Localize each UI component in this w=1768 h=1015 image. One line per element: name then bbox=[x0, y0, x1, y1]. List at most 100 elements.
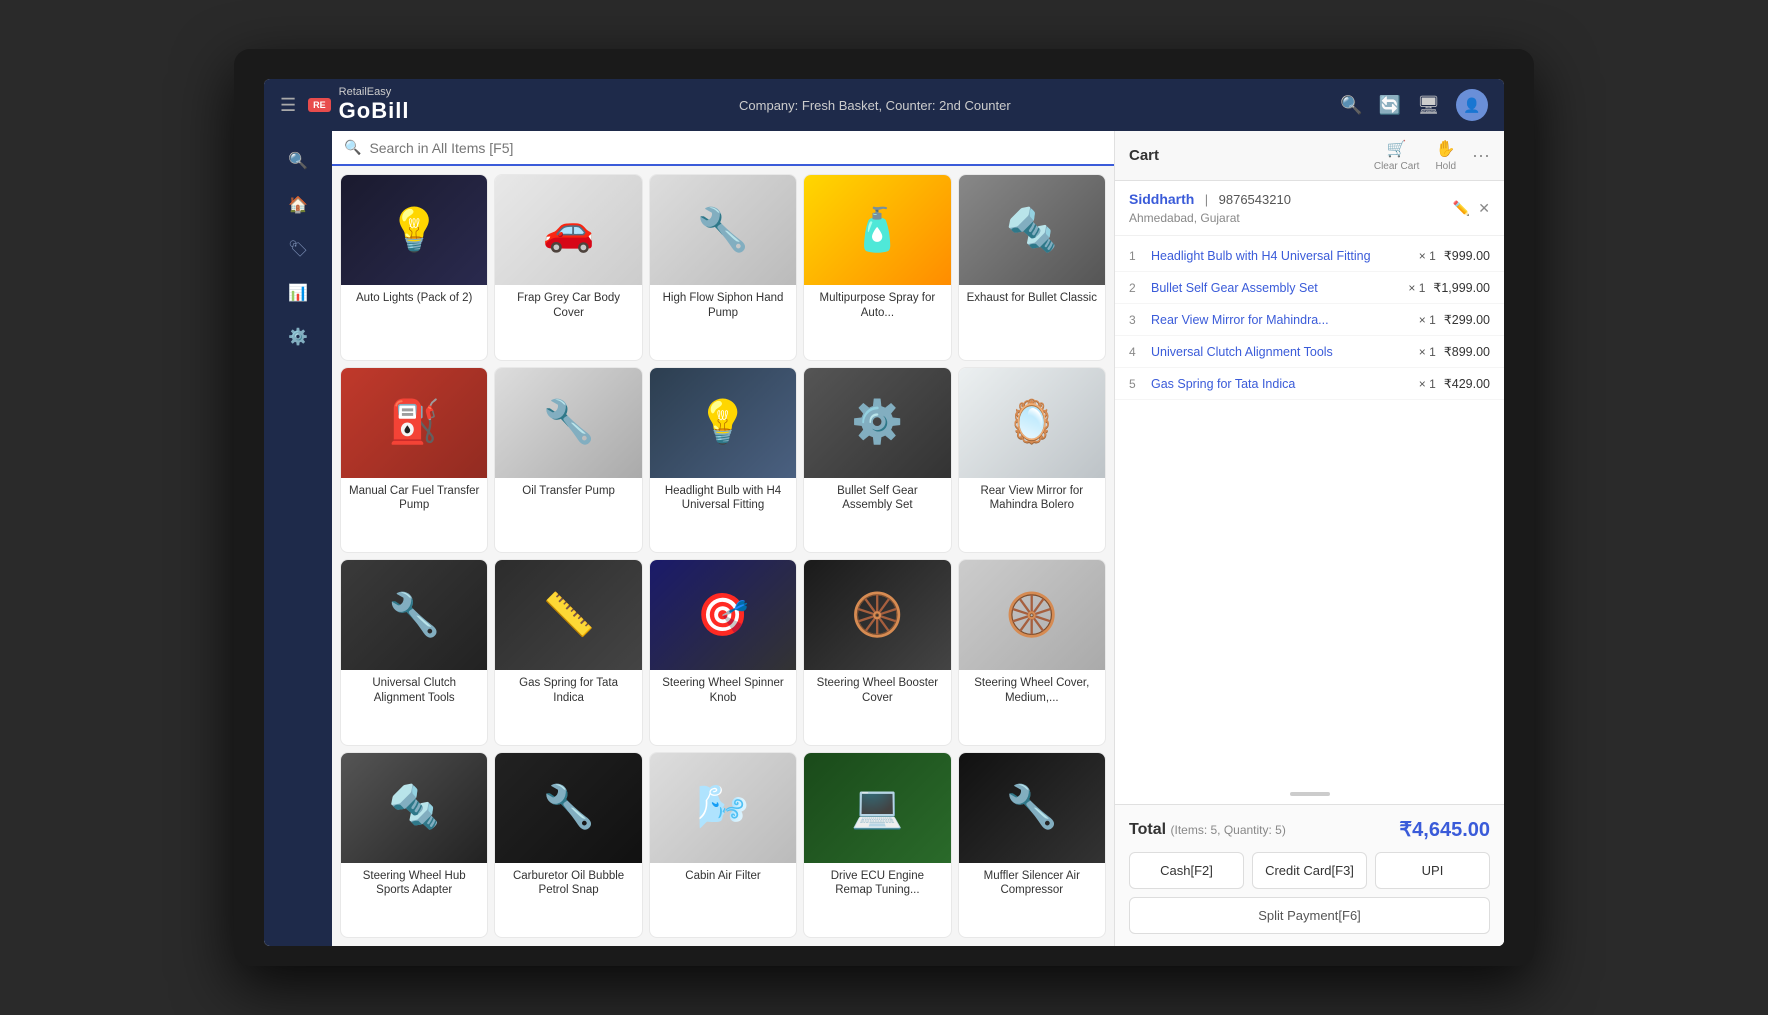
product-card-headlight[interactable]: 💡 Headlight Bulb with H4 Universal Fitti… bbox=[649, 367, 797, 554]
product-card-booster[interactable]: 🛞 Steering Wheel Booster Cover bbox=[803, 559, 951, 746]
products-area: 🔍 💡 Auto Lights (Pack of 2) 🚗 Frap Grey … bbox=[332, 131, 1114, 946]
sidebar-icon-chart[interactable]: 📊 bbox=[278, 273, 318, 313]
product-card-hub[interactable]: 🔩 Steering Wheel Hub Sports Adapter bbox=[340, 752, 488, 939]
item-name[interactable]: Universal Clutch Alignment Tools bbox=[1151, 345, 1405, 359]
product-image-carb: 🔧 bbox=[495, 753, 641, 863]
item-qty: × 1 bbox=[1419, 345, 1436, 359]
screen: ☰ RE RetailEasy GoBill Company: Fresh Ba… bbox=[264, 79, 1504, 946]
product-card-exhaust[interactable]: 🔩 Exhaust for Bullet Classic bbox=[958, 174, 1106, 361]
sidebar-icon-tag[interactable]: 🏷 bbox=[278, 229, 318, 269]
logo-badge: RE bbox=[308, 98, 331, 112]
product-card-spinner[interactable]: 🎯 Steering Wheel Spinner Knob bbox=[649, 559, 797, 746]
close-customer-icon[interactable]: ✕ bbox=[1478, 200, 1490, 217]
products-grid: 💡 Auto Lights (Pack of 2) 🚗 Frap Grey Ca… bbox=[332, 166, 1114, 946]
item-qty: × 1 bbox=[1408, 281, 1425, 295]
product-card-oil-pump[interactable]: 🔧 Oil Transfer Pump bbox=[494, 367, 642, 554]
screen-icon[interactable]: 🖥 bbox=[1417, 95, 1440, 116]
product-card-wheel-cover[interactable]: 🛞 Steering Wheel Cover, Medium,... bbox=[958, 559, 1106, 746]
main-layout: 🔍 🏠 🏷 📊 ⚙️ 🔍 💡 Auto Light bbox=[264, 131, 1504, 946]
product-card-muffler[interactable]: 🔧 Muffler Silencer Air Compressor bbox=[958, 752, 1106, 939]
product-name-wd40: Multipurpose Spray for Auto... bbox=[804, 285, 950, 327]
logo-area: RE RetailEasy GoBill bbox=[308, 86, 409, 124]
item-name[interactable]: Gas Spring for Tata Indica bbox=[1151, 377, 1405, 391]
search-input[interactable] bbox=[369, 140, 1102, 156]
product-name-oil-pump: Oil Transfer Pump bbox=[495, 478, 641, 514]
hold-button[interactable]: ✋ Hold bbox=[1435, 139, 1456, 172]
split-payment-button[interactable]: Split Payment[F6] bbox=[1129, 897, 1490, 934]
item-price: ₹429.00 bbox=[1444, 376, 1490, 391]
product-image-clutch: 🔧 bbox=[341, 560, 487, 670]
product-image-oil-pump: 🔧 bbox=[495, 368, 641, 478]
product-name-muffler: Muffler Silencer Air Compressor bbox=[959, 863, 1105, 905]
product-card-gas-spring[interactable]: 📏 Gas Spring for Tata Indica bbox=[494, 559, 642, 746]
product-card-carb[interactable]: 🔧 Carburetor Oil Bubble Petrol Snap bbox=[494, 752, 642, 939]
product-name-spinner: Steering Wheel Spinner Knob bbox=[650, 670, 796, 712]
item-qty: × 1 bbox=[1419, 377, 1436, 391]
item-price: ₹1,999.00 bbox=[1433, 280, 1490, 295]
item-price: ₹899.00 bbox=[1444, 344, 1490, 359]
item-number: 3 bbox=[1129, 313, 1143, 327]
sidebar-icon-search[interactable]: 🔍 bbox=[278, 141, 318, 181]
scroll-indicator bbox=[1115, 784, 1504, 804]
product-name-wheel-cover: Steering Wheel Cover, Medium,... bbox=[959, 670, 1105, 712]
product-image-car-cover: 🚗 bbox=[495, 175, 641, 285]
product-image-ecu: 💻 bbox=[804, 753, 950, 863]
item-qty: × 1 bbox=[1419, 249, 1436, 263]
customer-location: Ahmedabad, Gujarat bbox=[1129, 211, 1291, 225]
product-card-clutch[interactable]: 🔧 Universal Clutch Alignment Tools bbox=[340, 559, 488, 746]
product-card-gear[interactable]: ⚙️ Bullet Self Gear Assembly Set bbox=[803, 367, 951, 554]
menu-icon[interactable]: ☰ bbox=[280, 95, 296, 116]
clear-cart-button[interactable]: 🛒 Clear Cart bbox=[1374, 139, 1420, 172]
product-image-booster: 🛞 bbox=[804, 560, 950, 670]
item-name[interactable]: Bullet Self Gear Assembly Set bbox=[1151, 281, 1394, 295]
product-name-headlight: Headlight Bulb with H4 Universal Fitting bbox=[650, 478, 796, 520]
topbar-icons: 🔍 🔄 🖥 👤 bbox=[1340, 89, 1488, 121]
customer-name[interactable]: Siddharth bbox=[1129, 191, 1194, 207]
product-card-auto-lights[interactable]: 💡 Auto Lights (Pack of 2) bbox=[340, 174, 488, 361]
product-name-gear: Bullet Self Gear Assembly Set bbox=[804, 478, 950, 520]
product-image-siphon: 🔧 bbox=[650, 175, 796, 285]
product-name-ecu: Drive ECU Engine Remap Tuning... bbox=[804, 863, 950, 905]
product-image-headlight: 💡 bbox=[650, 368, 796, 478]
cart-item: 5 Gas Spring for Tata Indica × 1 ₹429.00 bbox=[1115, 368, 1504, 400]
product-card-siphon[interactable]: 🔧 High Flow Siphon Hand Pump bbox=[649, 174, 797, 361]
search-icon: 🔍 bbox=[344, 139, 361, 156]
topbar: ☰ RE RetailEasy GoBill Company: Fresh Ba… bbox=[264, 79, 1504, 131]
sidebar-icon-home[interactable]: 🏠 bbox=[278, 185, 318, 225]
search-topbar-icon[interactable]: 🔍 bbox=[1340, 95, 1362, 116]
product-image-muffler: 🔧 bbox=[959, 753, 1105, 863]
company-info: Company: Fresh Basket, Counter: 2nd Coun… bbox=[421, 98, 1328, 113]
cart-title: Cart bbox=[1129, 147, 1159, 164]
product-card-fuel-pump[interactable]: ⛽ Manual Car Fuel Transfer Pump bbox=[340, 367, 488, 554]
pay-button-credit[interactable]: Credit Card[F3] bbox=[1252, 852, 1367, 889]
product-card-car-cover[interactable]: 🚗 Frap Grey Car Body Cover bbox=[494, 174, 642, 361]
product-card-wd40[interactable]: 🧴 Multipurpose Spray for Auto... bbox=[803, 174, 951, 361]
pay-button-cash[interactable]: Cash[F2] bbox=[1129, 852, 1244, 889]
cart-more-icon[interactable]: ··· bbox=[1472, 145, 1490, 166]
total-row: Total (Items: 5, Quantity: 5) ₹4,645.00 bbox=[1129, 817, 1490, 842]
product-image-mirror: 🪞 bbox=[959, 368, 1105, 478]
product-image-gear: ⚙️ bbox=[804, 368, 950, 478]
item-name[interactable]: Rear View Mirror for Mahindra... bbox=[1151, 313, 1405, 327]
total-sub: (Items: 5, Quantity: 5) bbox=[1170, 823, 1285, 837]
brand-name: RetailEasy bbox=[339, 86, 410, 98]
item-name[interactable]: Headlight Bulb with H4 Universal Fitting bbox=[1151, 249, 1405, 263]
pay-button-upi[interactable]: UPI bbox=[1375, 852, 1490, 889]
product-card-cabin[interactable]: 🌬️ Cabin Air Filter bbox=[649, 752, 797, 939]
avatar[interactable]: 👤 bbox=[1456, 89, 1488, 121]
refresh-icon[interactable]: 🔄 bbox=[1379, 95, 1401, 116]
clear-cart-label: Clear Cart bbox=[1374, 161, 1420, 172]
product-image-wheel-cover: 🛞 bbox=[959, 560, 1105, 670]
product-card-mirror[interactable]: 🪞 Rear View Mirror for Mahindra Bolero bbox=[958, 367, 1106, 554]
hold-label: Hold bbox=[1435, 161, 1456, 172]
item-number: 2 bbox=[1129, 281, 1143, 295]
product-card-ecu[interactable]: 💻 Drive ECU Engine Remap Tuning... bbox=[803, 752, 951, 939]
sidebar-icon-settings[interactable]: ⚙️ bbox=[278, 317, 318, 357]
product-name-clutch: Universal Clutch Alignment Tools bbox=[341, 670, 487, 712]
total-amount: ₹4,645.00 bbox=[1399, 817, 1490, 842]
left-sidebar: 🔍 🏠 🏷 📊 ⚙️ bbox=[264, 131, 332, 946]
edit-customer-icon[interactable]: ✏️ bbox=[1453, 200, 1470, 217]
product-name-exhaust: Exhaust for Bullet Classic bbox=[959, 285, 1105, 321]
clear-cart-icon: 🛒 bbox=[1387, 139, 1407, 159]
product-name-carb: Carburetor Oil Bubble Petrol Snap bbox=[495, 863, 641, 905]
